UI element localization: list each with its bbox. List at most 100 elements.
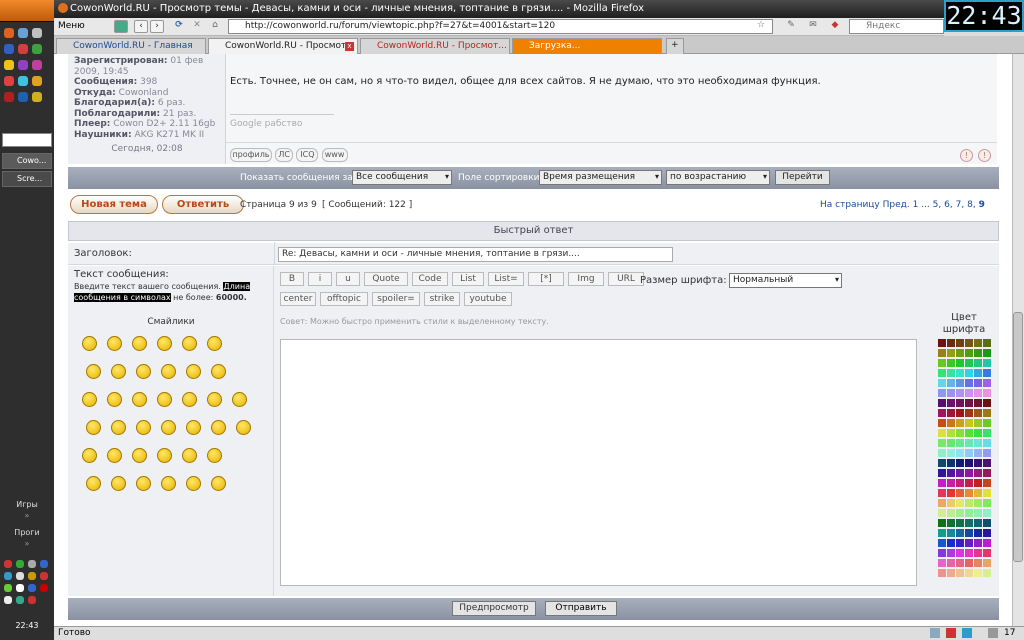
color-swatch[interactable] [965,389,973,397]
color-swatch[interactable] [956,349,964,357]
smiley-icon[interactable] [107,336,122,351]
color-swatch[interactable] [983,569,991,577]
bbcode-button[interactable]: URL [608,272,644,286]
color-swatch[interactable] [965,409,973,417]
color-swatch[interactable] [938,409,946,417]
color-swatch[interactable] [983,389,991,397]
tray-icon[interactable] [40,560,48,568]
tray-icon[interactable] [4,572,12,580]
www-button[interactable]: www [321,148,348,162]
color-swatch[interactable] [983,419,991,427]
go-button[interactable]: Перейти [775,170,830,185]
color-swatch[interactable] [947,389,955,397]
color-swatch[interactable] [956,569,964,577]
icq-button[interactable]: ICQ [296,148,319,162]
color-swatch[interactable] [947,499,955,507]
color-swatch[interactable] [983,349,991,357]
smiley-icon[interactable] [111,364,126,379]
color-swatch[interactable] [974,559,982,567]
task-button-firefox[interactable]: Cowo... [2,153,52,169]
smiley-icon[interactable] [157,448,172,463]
color-swatch[interactable] [974,499,982,507]
color-swatch[interactable] [938,529,946,537]
color-swatch[interactable] [983,449,991,457]
color-swatch[interactable] [965,519,973,527]
tray-icon[interactable] [16,584,24,592]
color-swatch[interactable] [938,449,946,457]
smiley-icon[interactable] [207,336,222,351]
color-swatch[interactable] [956,439,964,447]
color-swatch[interactable] [974,489,982,497]
color-swatch[interactable] [956,449,964,457]
color-swatch[interactable] [947,519,955,527]
tray-icon[interactable] [4,584,12,592]
bbcode-button[interactable]: strike [424,292,460,306]
color-swatch[interactable] [938,559,946,567]
color-swatch[interactable] [956,409,964,417]
color-swatch[interactable] [974,359,982,367]
addon-icon[interactable]: ◆ [828,20,842,33]
addon-icon[interactable]: ✎ [784,20,798,33]
pm-button[interactable]: ЛС [275,148,294,162]
tab-main[interactable]: CowonWorld.RU - Главная [56,38,206,54]
addon-icon[interactable] [114,20,128,33]
color-swatch[interactable] [947,539,955,547]
app-icon[interactable] [4,44,14,54]
color-swatch[interactable] [956,369,964,377]
app-icon[interactable] [4,76,14,86]
color-swatch[interactable] [965,569,973,577]
new-topic-button[interactable]: Новая тема [70,195,158,214]
color-swatch[interactable] [956,339,964,347]
color-swatch[interactable] [974,479,982,487]
color-swatch[interactable] [938,519,946,527]
status-icon[interactable] [946,628,956,638]
color-swatch[interactable] [938,469,946,477]
warning-icon[interactable]: ! [978,149,991,162]
tray-icon[interactable] [16,560,24,568]
color-swatch[interactable] [983,469,991,477]
smiley-icon[interactable] [186,476,201,491]
smiley-icon[interactable] [132,336,147,351]
color-swatch[interactable] [938,349,946,357]
smiley-icon[interactable] [82,336,97,351]
order-select[interactable]: по возрастанию [666,170,770,185]
stop-icon[interactable]: ✕ [190,20,204,33]
smiley-icon[interactable] [132,448,147,463]
tray-icon[interactable] [28,584,36,592]
bbcode-button[interactable]: Quote [364,272,408,286]
tray-icon[interactable] [40,572,48,580]
bbcode-button[interactable]: u [336,272,360,286]
smiley-icon[interactable] [111,476,126,491]
color-swatch[interactable] [938,459,946,467]
color-swatch[interactable] [947,409,955,417]
addon-icon[interactable]: ✉ [806,20,820,33]
color-swatch[interactable] [974,349,982,357]
bbcode-button[interactable]: spoiler= [372,292,420,306]
tray-icon[interactable] [16,572,24,580]
color-swatch[interactable] [983,439,991,447]
smiley-icon[interactable] [136,420,151,435]
app-icon[interactable] [18,60,28,70]
smiley-icon[interactable] [182,448,197,463]
color-swatch[interactable] [965,499,973,507]
color-swatch[interactable] [974,389,982,397]
tab-loading[interactable]: Загрузка... [512,38,662,54]
cloud-icon[interactable] [32,28,42,38]
app-icon[interactable] [4,92,14,102]
firefox-icon[interactable] [4,28,14,38]
app-icon[interactable] [32,76,42,86]
close-icon[interactable]: x [345,42,354,51]
color-swatch[interactable] [974,409,982,417]
app-icon[interactable] [18,44,28,54]
tray-icon[interactable] [40,584,48,592]
color-swatch[interactable] [947,349,955,357]
search-input[interactable]: Яндекс [849,19,944,34]
color-swatch[interactable] [983,499,991,507]
color-swatch[interactable] [947,379,955,387]
smiley-icon[interactable] [161,420,176,435]
smiley-icon[interactable] [86,420,101,435]
smiley-icon[interactable] [161,364,176,379]
sidebar-section-games[interactable]: Игры [0,500,54,509]
smiley-icon[interactable] [211,420,226,435]
bbcode-button[interactable]: List= [488,272,524,286]
